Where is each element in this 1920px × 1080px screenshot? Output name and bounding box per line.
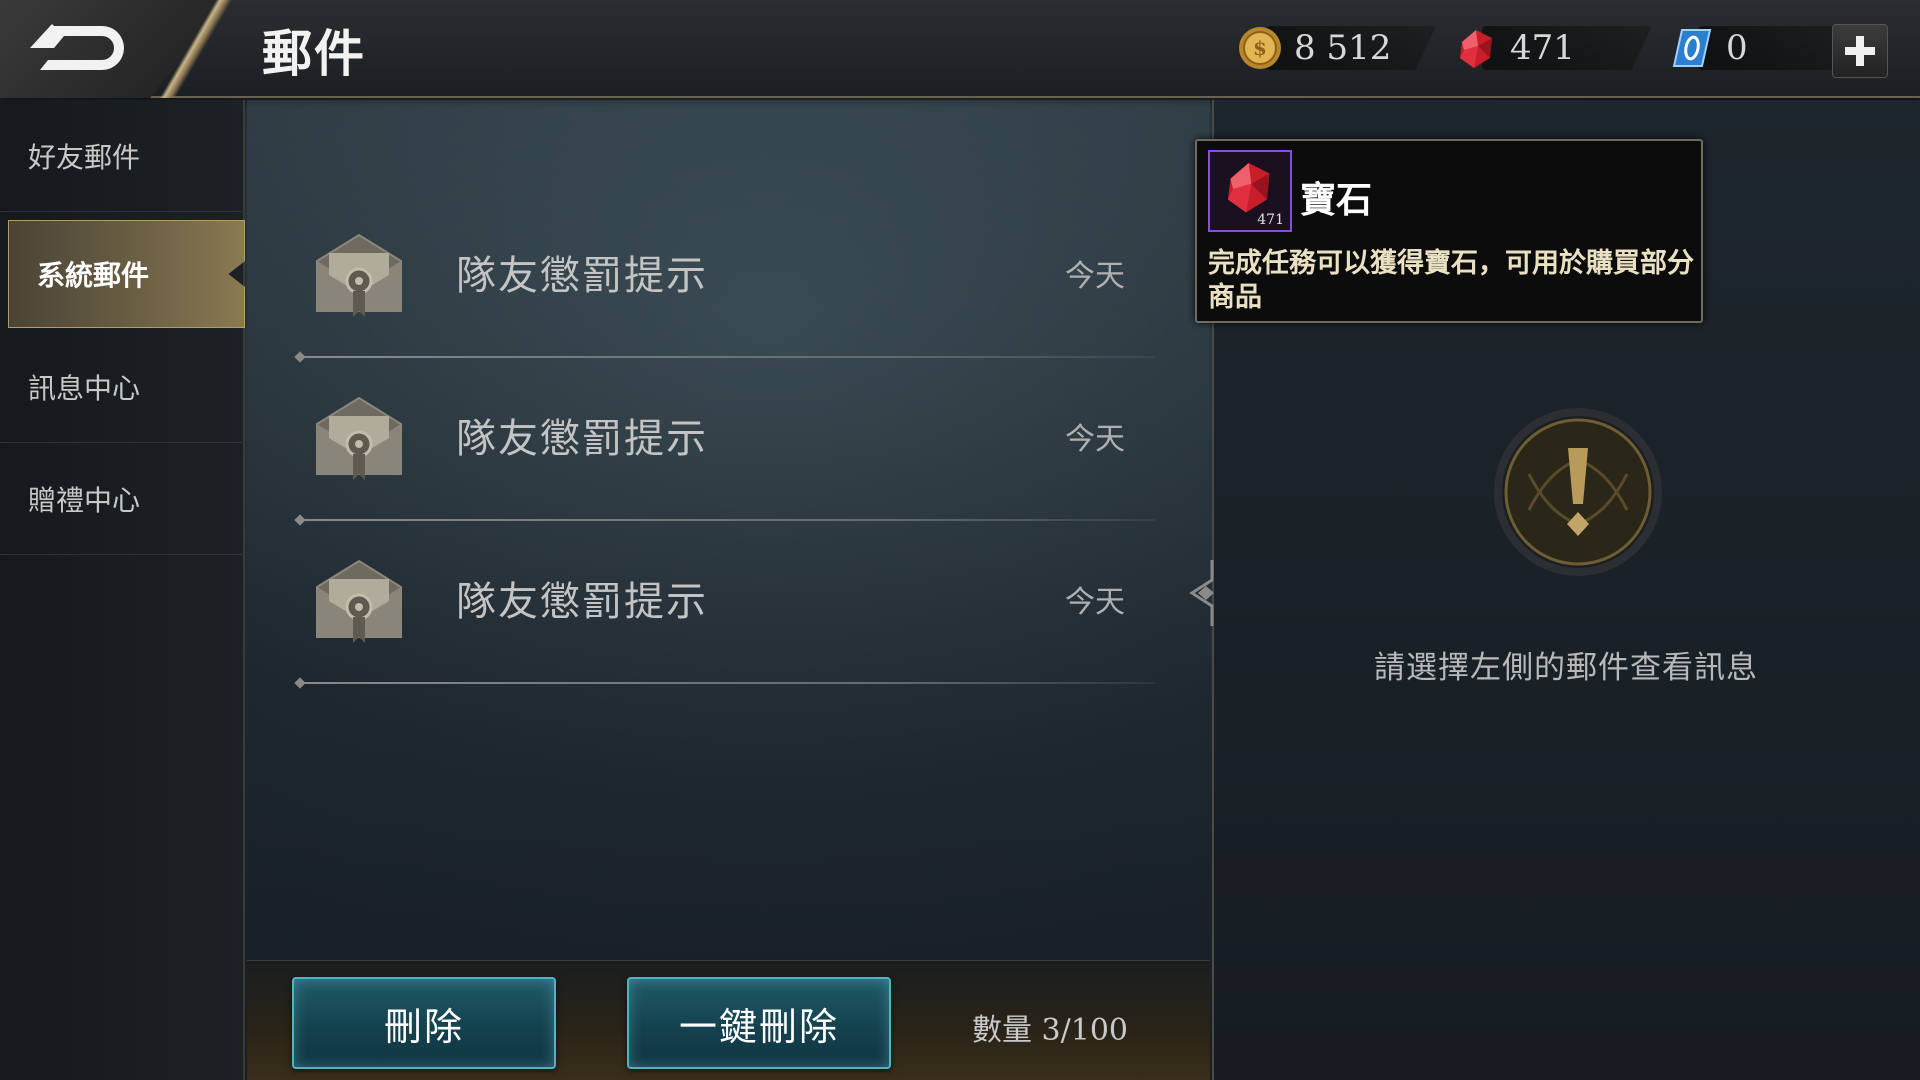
- back-button[interactable]: [0, 0, 230, 98]
- divider: [299, 682, 1155, 684]
- panel-notch-ornament: [1189, 560, 1214, 626]
- currency-gem: 471: [1452, 22, 1652, 74]
- gem-value: 471: [1510, 28, 1575, 68]
- back-arrow-icon: [30, 24, 124, 70]
- mail-envelope-icon: [316, 396, 402, 480]
- sidebar-item-label: 贈禮中心: [28, 483, 141, 517]
- item-slot: 471: [1208, 150, 1292, 232]
- sidebar-item-label: 好友郵件: [28, 140, 141, 174]
- voucher-value: 0: [1726, 28, 1748, 68]
- action-bar: 刪除 一鍵刪除 數量 3/100: [247, 960, 1210, 1080]
- mail-subject: 隊友懲罰提示: [456, 416, 708, 462]
- sidebar-item-friend-mail[interactable]: 好友郵件: [0, 100, 245, 212]
- mail-envelope-icon: [316, 233, 402, 317]
- mail-count-value: 3/100: [1041, 1013, 1129, 1048]
- coin-value: 8 512: [1294, 28, 1392, 68]
- mail-list: 隊友懲罰提示 今天 隊友懲罰提示 今天 隊友懲罰提示 今天: [247, 100, 1210, 960]
- svg-text:$: $: [1253, 36, 1267, 60]
- item-count: 471: [1257, 212, 1284, 228]
- red-gem-icon: [1460, 30, 1492, 68]
- sidebar-item-label: 訊息中心: [28, 371, 141, 405]
- sidebar-item-message-center[interactable]: 訊息中心: [0, 331, 245, 443]
- currency-coin: $ 8 512: [1236, 22, 1436, 74]
- currency-voucher: 0: [1668, 22, 1868, 74]
- sidebar-item-gift-center[interactable]: 贈禮中心: [0, 443, 245, 555]
- item-name: 寶石: [1300, 180, 1373, 221]
- mail-count-label: 數量: [972, 1013, 1032, 1048]
- mail-count: 數量 3/100: [972, 1005, 1128, 1049]
- page-title: 郵件: [262, 25, 366, 83]
- add-currency-button[interactable]: [1832, 24, 1888, 78]
- item-tooltip: 471 寶石 完成任務可以獲得寶石，可用於購買部分商品: [1195, 139, 1703, 323]
- mail-list-item[interactable]: 隊友懲罰提示 今天: [299, 195, 1155, 358]
- delete-all-button[interactable]: 一鍵刪除: [627, 977, 891, 1069]
- mail-envelope-icon: [316, 559, 402, 643]
- blue-voucher-icon: [1672, 29, 1712, 67]
- sidebar-item-system-mail[interactable]: 系統郵件: [8, 220, 245, 328]
- mail-subject: 隊友懲罰提示: [456, 579, 708, 625]
- gold-coin-icon: $: [1239, 27, 1281, 69]
- top-bar: 郵件 $ 8 512 471 0: [0, 0, 1920, 98]
- mail-subject: 隊友懲罰提示: [456, 253, 708, 299]
- mail-list-item[interactable]: 隊友懲罰提示 今天: [299, 521, 1155, 684]
- exclamation-emblem-icon: [1494, 408, 1662, 576]
- mail-list-item[interactable]: 隊友懲罰提示 今天: [299, 358, 1155, 521]
- plus-icon: [1845, 36, 1875, 66]
- sidebar-item-label: 系統郵件: [37, 259, 150, 292]
- mail-date: 今天: [1065, 259, 1125, 294]
- mail-date: 今天: [1065, 585, 1125, 620]
- sidebar: 好友郵件 系統郵件 訊息中心 贈禮中心: [0, 100, 245, 1080]
- delete-button[interactable]: 刪除: [292, 977, 556, 1069]
- item-description: 完成任務可以獲得寶石，可用於購買部分商品: [1208, 248, 1694, 313]
- empty-selection-hint: 請選擇左側的郵件查看訊息: [1374, 650, 1758, 686]
- mail-date: 今天: [1065, 422, 1125, 457]
